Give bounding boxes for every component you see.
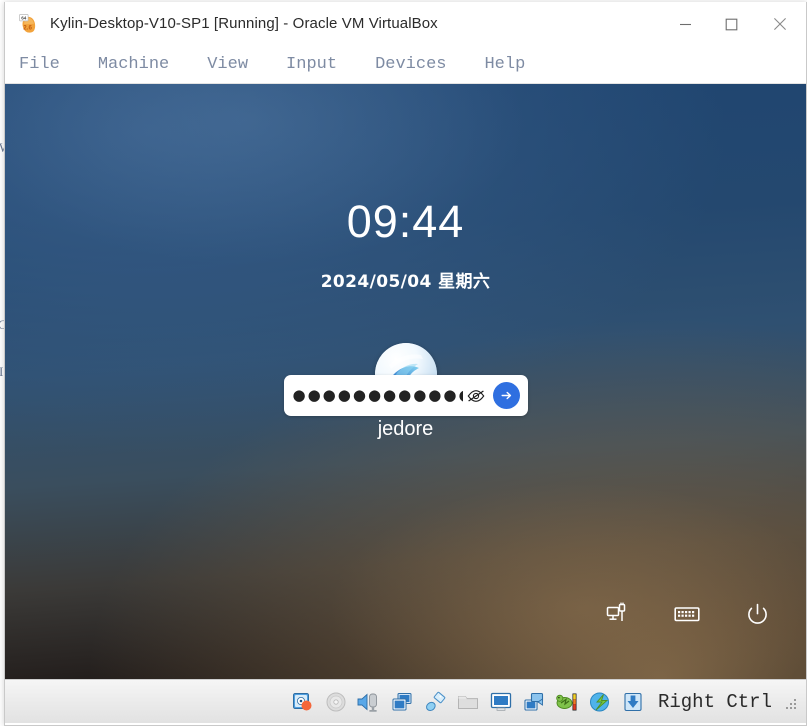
audio-icon[interactable] [356,689,382,715]
maximize-icon [725,18,738,31]
menu-machine[interactable]: Machine [98,53,185,76]
close-icon [773,17,787,31]
recording-icon[interactable] [521,689,547,715]
screenshot-root: W C I 64 2.6 Kylin-Desktop-V10-SP1 [Runn… [0,0,807,726]
eye-off-icon [467,389,485,403]
lock-date: 2024/05/04 星期六 [5,267,806,292]
power-icon [745,602,770,627]
window-title: Kylin-Desktop-V10-SP1 [Running] - Oracle… [50,15,438,32]
virtual-keyboard-button[interactable] [672,599,702,629]
window-controls [662,2,806,46]
shared-folders-icon[interactable] [455,689,481,715]
menu-file[interactable]: File [19,53,76,76]
network-adapter-icon[interactable] [389,689,415,715]
maximize-button[interactable] [708,2,754,46]
virtualbox-window: 64 2.6 Kylin-Desktop-V10-SP1 [Running] -… [4,2,807,726]
virtual-keyboard-icon [674,604,700,624]
host-key-label: Right Ctrl [658,691,772,713]
network-icon [605,602,629,626]
arrow-right-icon [499,388,514,403]
svg-text:2.6: 2.6 [23,24,32,31]
guest-additions-icon[interactable] [554,689,580,715]
status-icon-group [290,689,646,715]
virtualbox-vm-icon: 64 2.6 [18,13,40,35]
menu-input[interactable]: Input [286,53,353,76]
vm-display-lock-screen[interactable]: 09:44 2024/05/04 星期六 [5,84,806,679]
optical-drive-icon[interactable] [323,689,349,715]
lock-screen-tray [602,599,772,629]
bg-fragment-i: I [0,364,3,380]
menu-bar: File Machine View Input Devices Help [5,46,806,84]
menu-devices[interactable]: Devices [375,53,462,76]
minimize-button[interactable] [662,2,708,46]
minimize-icon [679,18,692,31]
window-titlebar[interactable]: 64 2.6 Kylin-Desktop-V10-SP1 [Running] -… [5,2,806,46]
mouse-integration-icon[interactable] [587,689,613,715]
submit-password-button[interactable] [493,382,520,409]
close-button[interactable] [754,2,806,46]
menu-view[interactable]: View [207,53,264,76]
power-button[interactable] [742,599,772,629]
network-button[interactable] [602,599,632,629]
user-name: jedore [5,418,806,441]
resize-grip[interactable] [782,695,796,709]
display-icon[interactable] [488,689,514,715]
hard-disk-icon[interactable] [290,689,316,715]
menu-help[interactable]: Help [484,53,541,76]
host-key-icon[interactable] [620,689,646,715]
password-masked-value: ●●●●●●●●●●●● [293,388,463,403]
svg-text:64: 64 [21,15,27,20]
password-field-container[interactable]: ●●●●●●●●●●●● [284,375,528,416]
usb-icon[interactable] [422,689,448,715]
lock-clock: 09:44 [5,196,806,248]
vbox-status-bar: Right Ctrl [5,679,806,723]
toggle-password-visibility-button[interactable] [463,375,489,416]
password-input[interactable]: ●●●●●●●●●●●● [284,375,463,416]
